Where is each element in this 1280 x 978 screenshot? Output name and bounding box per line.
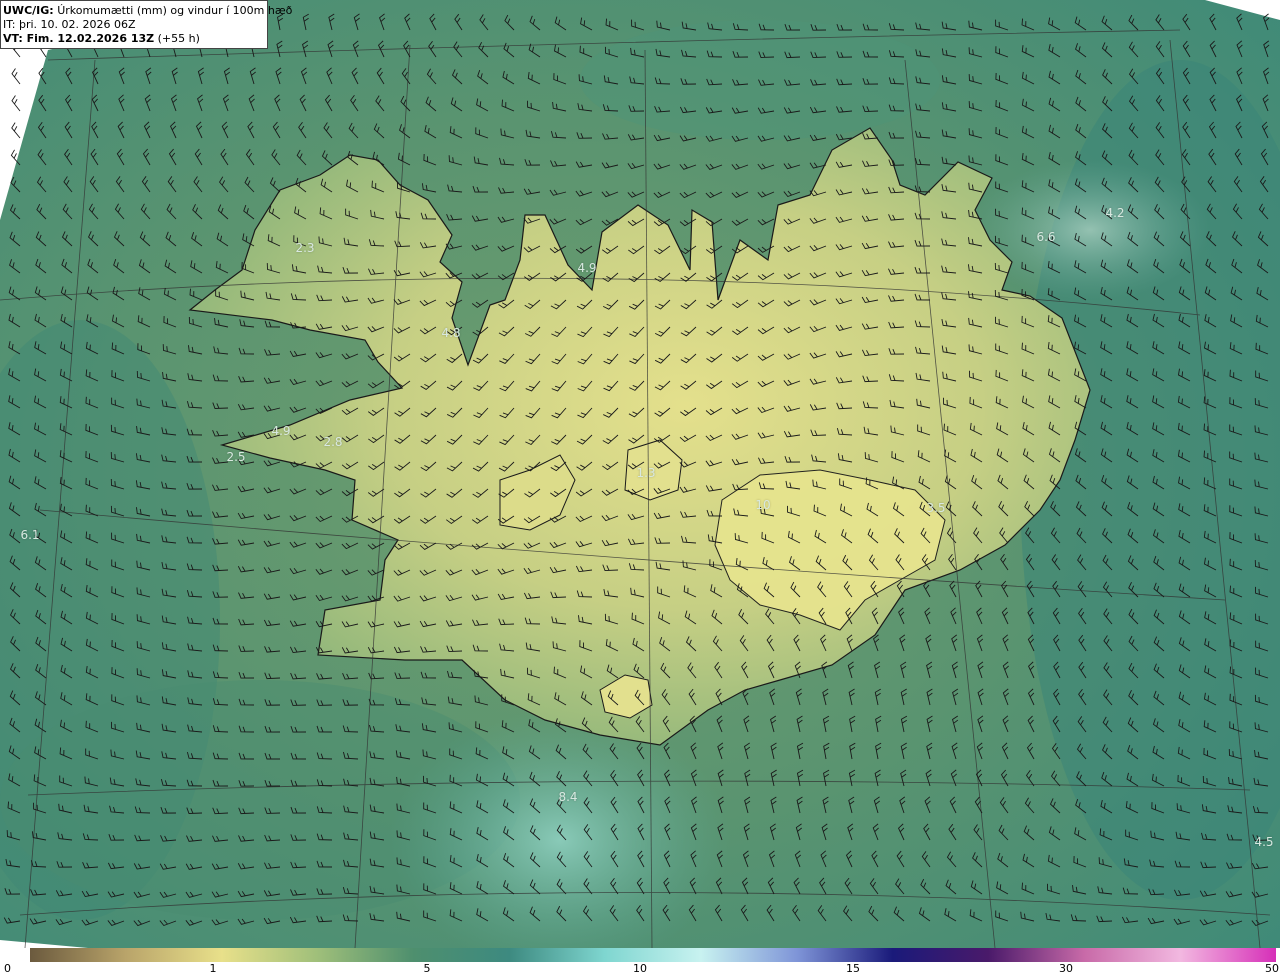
map-header: UWC/IG: Úrkomumætti (mm) og vindur í 100…: [0, 0, 292, 49]
value-label: 4.2: [1105, 206, 1125, 220]
colorbar-tick: 15: [846, 962, 860, 975]
colorbar-tick: 30: [1059, 962, 1073, 975]
value-label: 3.5: [926, 501, 946, 515]
header-title-line: UWC/IG: Úrkomumætti (mm) og vindur í 100…: [3, 4, 292, 18]
map-panel: 2.3 4.9 4.8 4.9 2.8 2.5 6.1 6.6 4.2 10 3…: [0, 0, 1280, 948]
value-label: 1.3: [636, 466, 656, 480]
value-label: 2.3: [295, 241, 315, 255]
value-label: 4.9: [577, 261, 597, 275]
colorbar-tick: 5: [423, 962, 431, 975]
value-label: 8.4: [558, 790, 578, 804]
product-description: Úrkomumætti (mm) og vindur í 100m hæð: [57, 4, 293, 17]
value-label: 4.8: [441, 326, 461, 340]
colorbar-tick: 10: [633, 962, 647, 975]
value-label: 6.1: [20, 528, 40, 542]
value-label: 10: [755, 498, 771, 512]
colorbar-tick: 50: [1265, 962, 1279, 975]
precipitation-colorbar: [30, 948, 1276, 962]
value-label: 4.9: [271, 424, 291, 438]
initial-time: IT: þri. 10. 02. 2026 06Z: [3, 18, 136, 31]
product-code: UWC/IG:: [3, 4, 54, 17]
wind-barb: [11, 122, 21, 139]
colorbar-tick: 0: [4, 962, 11, 975]
wind-barb: [11, 68, 21, 85]
value-label: 4.5: [1254, 835, 1274, 849]
lead-time: (+55 h): [157, 32, 200, 45]
value-label: 6.6: [1036, 230, 1056, 244]
wind-barb: [11, 95, 21, 112]
valid-time-line: VT: Fim. 12.02.2026 13Z (+55 h): [3, 32, 267, 46]
colorbar-tick: 1: [209, 962, 217, 975]
value-label: 2.5: [226, 450, 246, 464]
valid-time: VT: Fim. 12.02.2026 13Z: [3, 32, 155, 45]
value-label: 2.8: [323, 435, 343, 449]
